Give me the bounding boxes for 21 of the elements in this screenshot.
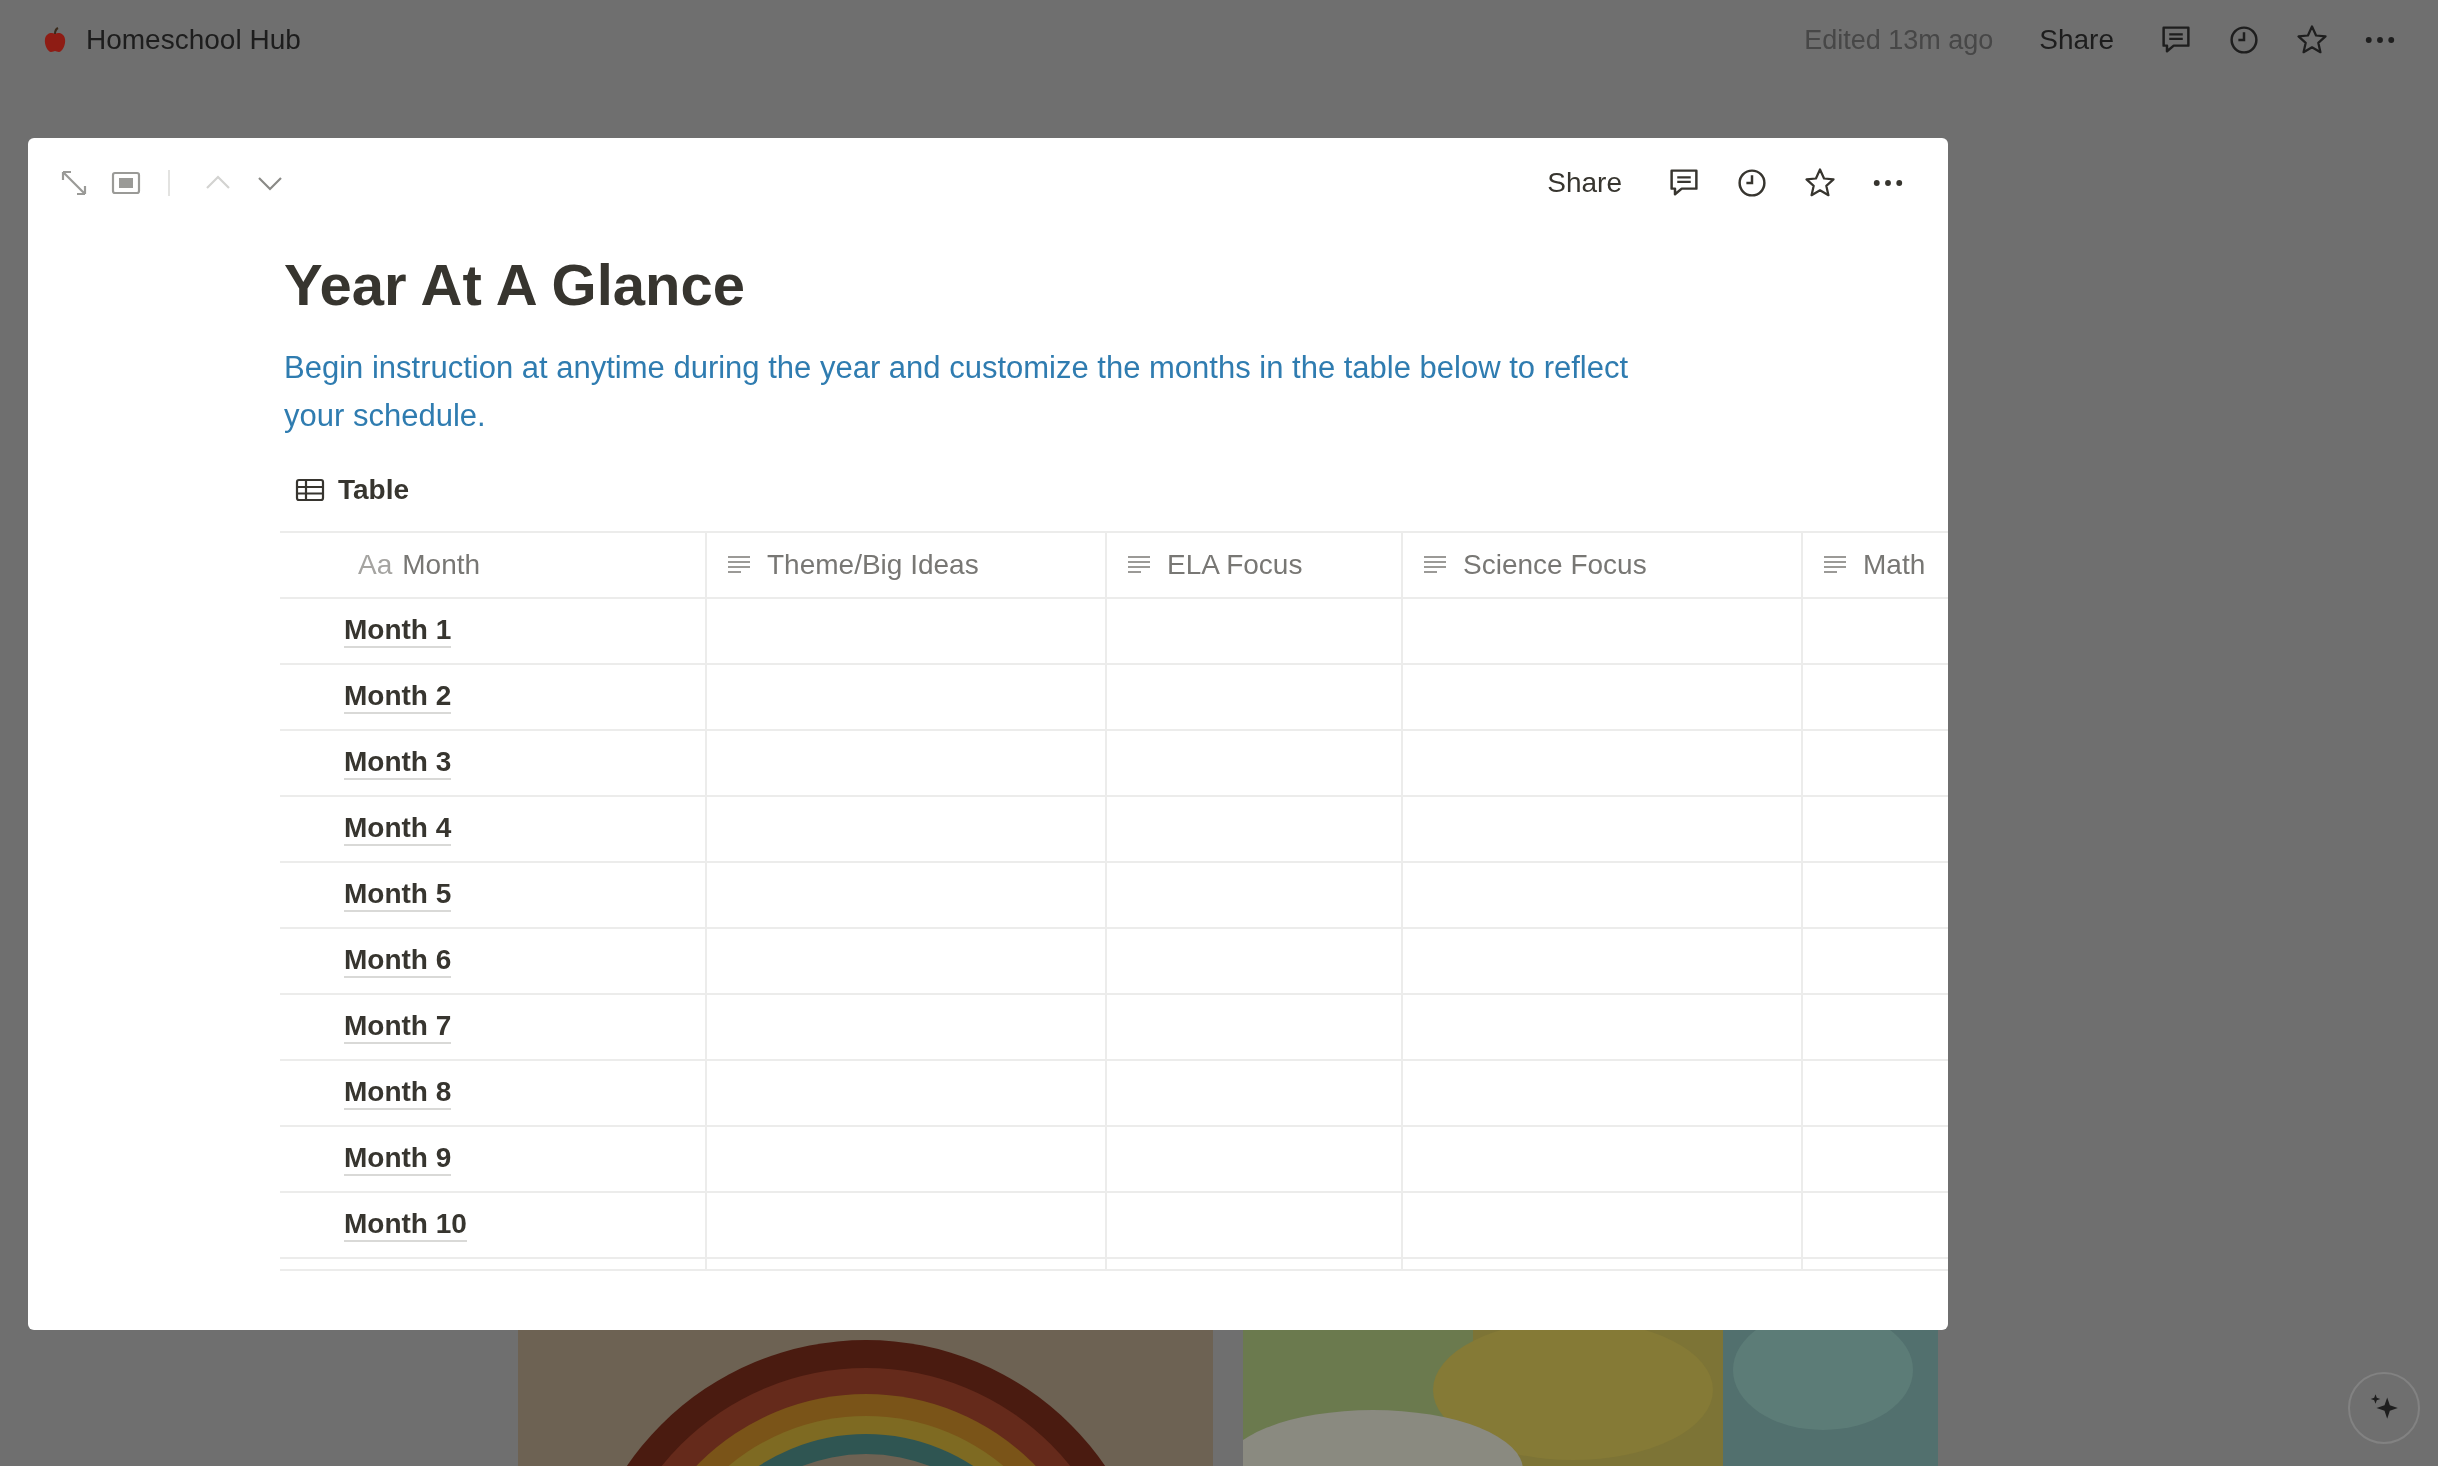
column-header[interactable]: Science Focus xyxy=(1403,533,1803,597)
page-description: Begin instruction at anytime during the year and customize the months in the table below to reflect your schedule. xyxy=(284,349,1630,435)
row-title[interactable]: Month 3 xyxy=(344,746,452,780)
row-title[interactable]: Month 7 xyxy=(344,1010,452,1044)
row-title[interactable]: Month 10 xyxy=(344,1208,467,1242)
row-title[interactable]: Month 1 xyxy=(344,614,452,648)
column-header[interactable]: Theme/Big Ideas xyxy=(707,533,1107,597)
table-view-tab[interactable]: Table xyxy=(284,470,410,510)
row-title[interactable]: Month 4 xyxy=(344,812,452,846)
row-title[interactable]: Month 8 xyxy=(344,1076,452,1110)
row-title[interactable]: Month 6 xyxy=(344,944,452,978)
row-title[interactable]: Month 9 xyxy=(344,1142,452,1176)
column-header[interactable]: Math xyxy=(1803,533,1948,597)
title-property-icon: Aa xyxy=(358,549,393,581)
row-title[interactable]: Month 5 xyxy=(344,878,452,912)
share-button[interactable]: Share xyxy=(1541,163,1628,203)
page-heading: Year At A Glance xyxy=(284,251,746,319)
row-title[interactable]: Month 2 xyxy=(344,680,452,714)
column-header[interactable]: Aa Month xyxy=(280,533,707,597)
view-label: Table xyxy=(338,474,410,506)
column-header[interactable]: ELA Focus xyxy=(1107,533,1403,597)
